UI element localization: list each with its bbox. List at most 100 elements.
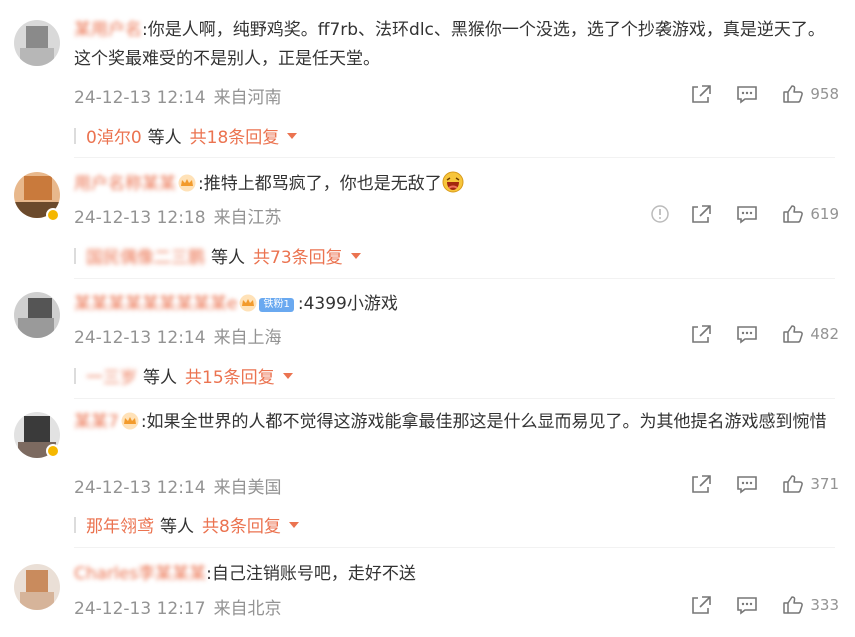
comment-text-block: 某用户名:你是人啊，纯野鸡奖。ff7rb、法环dlc、黑猴你一个没选，选了个抄袭… [74, 16, 835, 74]
comment-button[interactable] [736, 595, 758, 615]
share-icon [692, 85, 712, 103]
share-icon [692, 205, 712, 223]
comment-text: :自己注销账号吧，走好不送 [206, 564, 416, 584]
like-count: 482 [810, 325, 839, 343]
laughing-emoji-icon [442, 171, 464, 193]
chevron-down-icon [282, 372, 293, 379]
comment-text: :推特上都骂疯了，你也是无敌了 [198, 174, 442, 194]
comment-meta: 24-12-13 12:18 来自江苏 [74, 203, 282, 228]
avatar[interactable] [14, 564, 60, 610]
comment-meta: 24-12-13 12:17 来自北京 [74, 594, 282, 619]
comment-time: 24-12-13 12:17 [74, 599, 206, 619]
comment-location: 来自江苏 [213, 208, 282, 228]
comment-actions: 482 [672, 324, 839, 344]
reply-total-link[interactable]: 共15条回复 [185, 363, 275, 388]
comment-time: 24-12-13 12:14 [74, 328, 206, 348]
crown-icon [178, 174, 196, 192]
avatar[interactable] [14, 292, 60, 338]
comment-divider [74, 547, 835, 548]
reply-total-link[interactable]: 共18条回复 [190, 123, 280, 148]
chevron-down-icon [288, 521, 299, 528]
comment-text-block: 用户名称某某 :推特上都骂疯了，你也是无敌了 [74, 170, 835, 199]
comment-button[interactable] [736, 84, 758, 104]
info-icon [651, 205, 670, 223]
chevron-down-icon [287, 132, 298, 139]
crown-icon [239, 294, 257, 312]
comment-icon [737, 476, 758, 494]
reply-etc: 等人 [160, 517, 194, 537]
reply-etc: 等人 [147, 128, 182, 148]
comment-text: :如果全世界的人都不觉得这游戏能拿最佳那这是什么显而易见了。为其他提名游戏感到惋… [140, 412, 827, 432]
verified-badge [46, 444, 60, 458]
reply-divider [74, 367, 76, 384]
like-count: 619 [810, 205, 839, 223]
share-button[interactable] [690, 84, 712, 104]
reply-etc: 等人 [211, 248, 245, 268]
share-icon [692, 325, 712, 343]
comment-divider [74, 157, 835, 158]
reply-total-link[interactable]: 共73条回复 [253, 243, 343, 268]
crown-icon [121, 412, 139, 430]
reply-user[interactable]: 0淖尔0 [86, 123, 142, 148]
reply-summary[interactable]: 0淖尔0 等人 共18条回复 [74, 123, 298, 148]
comment-actions: 958 [672, 84, 839, 104]
username[interactable]: 某某7 [74, 412, 119, 432]
comment-divider [74, 278, 835, 279]
username[interactable]: Charles李某某某 [74, 564, 206, 584]
comment-actions: 371 [672, 474, 839, 494]
reply-summary[interactable]: 一三岁 等人 共15条回复 [74, 363, 293, 388]
reply-user[interactable]: 一三岁 [86, 363, 137, 388]
comment-meta: 24-12-13 12:14 来自河南 [74, 83, 282, 108]
comment-button[interactable] [736, 474, 758, 494]
chevron-down-icon [350, 252, 361, 259]
comment-meta: 24-12-13 12:14 来自上海 [74, 323, 282, 348]
share-button[interactable] [690, 474, 712, 494]
reply-user[interactable]: 国民偶像二三鹏 [86, 243, 205, 268]
like-button[interactable]: 371 [782, 474, 839, 494]
like-count: 958 [810, 85, 839, 103]
comment-button[interactable] [736, 324, 758, 344]
report-button[interactable] [650, 204, 670, 224]
comment-text-block: Charles李某某某:自己注销账号吧，走好不送 [74, 560, 835, 589]
reply-total-link[interactable]: 共8条回复 [202, 512, 281, 537]
comment-icon [737, 86, 758, 104]
comment-text-block: 某某某某某某某某某e 铁粉1:4399小游戏 [74, 290, 835, 319]
reply-etc: 等人 [143, 368, 177, 388]
thumbs-up-icon [783, 596, 804, 614]
like-button[interactable]: 333 [782, 595, 839, 615]
reply-user[interactable]: 那年翎鸢 [86, 512, 154, 537]
reply-divider [74, 516, 76, 533]
comment-meta: 24-12-13 12:14 来自美国 [74, 473, 282, 498]
comment-time: 24-12-13 12:14 [74, 478, 206, 498]
thumbs-up-icon [783, 475, 804, 493]
fan-badge: 铁粉1 [259, 298, 294, 312]
like-count: 371 [810, 475, 839, 493]
reply-summary[interactable]: 那年翎鸢 等人 共8条回复 [74, 512, 299, 537]
comment-location: 来自河南 [213, 88, 282, 108]
avatar[interactable] [14, 20, 60, 66]
comment-actions: 333 [672, 595, 839, 615]
comment-icon [737, 597, 758, 615]
username[interactable]: 用户名称某某 [74, 174, 176, 194]
username[interactable]: 某某某某某某某某某e [74, 294, 237, 314]
comment-text: :你是人啊，纯野鸡奖。ff7rb、法环dlc、黑猴你一个没选，选了个抄袭游戏，真… [74, 20, 825, 69]
verified-badge [46, 208, 60, 222]
share-button[interactable] [690, 595, 712, 615]
comment-divider [74, 398, 835, 399]
comment-location: 来自美国 [213, 478, 282, 498]
share-icon [692, 596, 712, 614]
comment-icon [737, 206, 758, 224]
like-button[interactable]: 482 [782, 324, 839, 344]
share-icon [692, 475, 712, 493]
like-button[interactable]: 619 [782, 204, 839, 224]
reply-summary[interactable]: 国民偶像二三鹏 等人 共73条回复 [74, 243, 361, 268]
share-button[interactable] [690, 204, 712, 224]
comment-button[interactable] [736, 204, 758, 224]
comment-time: 24-12-13 12:18 [74, 208, 206, 228]
thumbs-up-icon [783, 325, 804, 343]
username[interactable]: 某用户名 [74, 20, 142, 40]
like-button[interactable]: 958 [782, 84, 839, 104]
share-button[interactable] [690, 324, 712, 344]
thumbs-up-icon [783, 205, 804, 223]
reply-divider [74, 127, 76, 144]
